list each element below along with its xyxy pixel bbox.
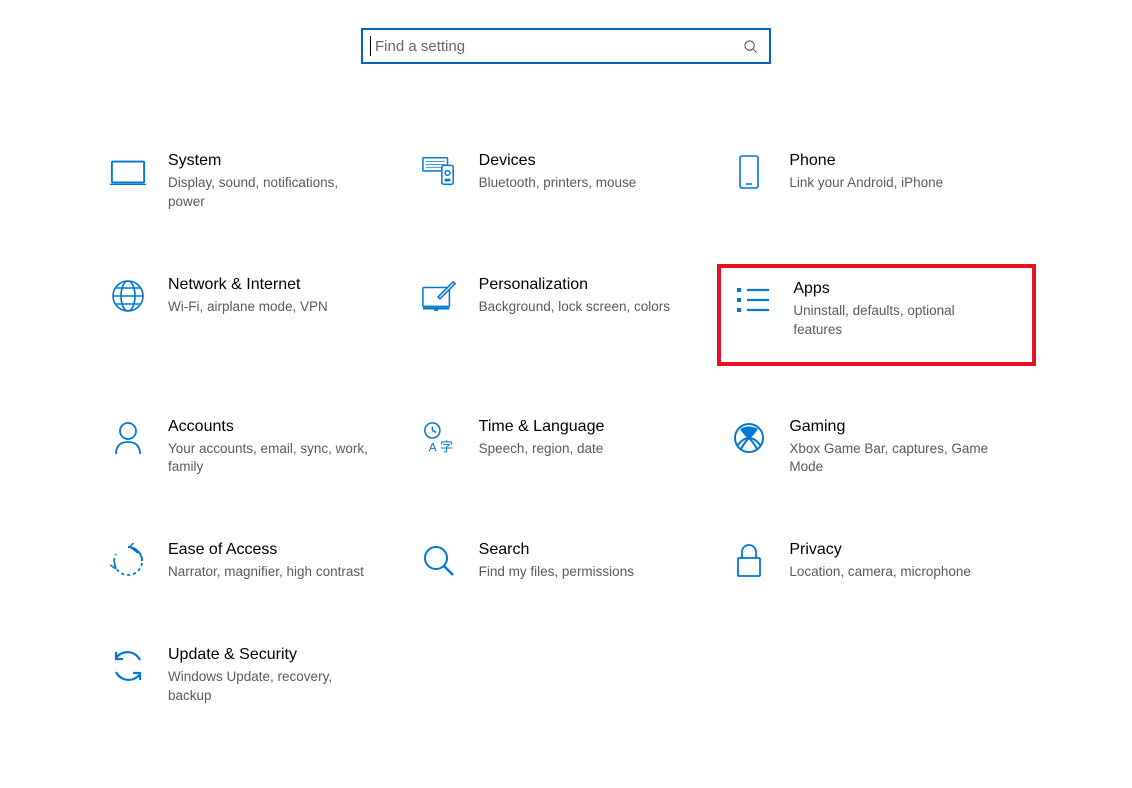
tile-desc: Speech, region, date	[479, 440, 689, 459]
tile-desc: Link your Android, iPhone	[789, 174, 999, 193]
tile-text: Time & Language Speech, region, date	[479, 418, 712, 459]
tile-text: Privacy Location, camera, microphone	[789, 541, 1022, 582]
svg-text:A: A	[428, 440, 437, 454]
tile-text: Network & Internet Wi-Fi, airplane mode,…	[168, 276, 401, 317]
search-category-icon	[421, 543, 457, 579]
personalization-icon	[421, 278, 457, 314]
tile-text: Devices Bluetooth, printers, mouse	[479, 152, 712, 193]
svg-text:字: 字	[440, 439, 453, 454]
tile-title: Devices	[479, 152, 712, 170]
apps-icon	[735, 282, 771, 318]
tile-text: Personalization Background, lock screen,…	[479, 276, 712, 317]
tile-text: Accounts Your accounts, email, sync, wor…	[168, 418, 401, 478]
search-container	[0, 28, 1132, 64]
tile-title: Gaming	[789, 418, 1022, 436]
tile-title: Network & Internet	[168, 276, 401, 294]
tile-desc: Background, lock screen, colors	[479, 298, 689, 317]
tile-desc: Xbox Game Bar, captures, Game Mode	[789, 440, 999, 478]
tile-search[interactable]: Search Find my files, permissions	[411, 533, 722, 590]
tile-desc: Location, camera, microphone	[789, 563, 999, 582]
tile-network[interactable]: Network & Internet Wi-Fi, airplane mode,…	[100, 268, 411, 362]
tile-title: Time & Language	[479, 418, 712, 436]
tile-title: Phone	[789, 152, 1022, 170]
tile-desc: Bluetooth, printers, mouse	[479, 174, 689, 193]
network-icon	[110, 278, 146, 314]
time-language-icon: A 字	[421, 420, 457, 456]
tile-text: Search Find my files, permissions	[479, 541, 712, 582]
tile-accounts[interactable]: Accounts Your accounts, email, sync, wor…	[100, 410, 411, 486]
tile-text: Update & Security Windows Update, recove…	[168, 646, 401, 706]
tile-apps[interactable]: Apps Uninstall, defaults, optional featu…	[717, 264, 1036, 366]
tile-update-security[interactable]: Update & Security Windows Update, recove…	[100, 638, 411, 714]
settings-home: System Display, sound, notifications, po…	[0, 28, 1132, 714]
search-box[interactable]	[361, 28, 771, 64]
tile-phone[interactable]: Phone Link your Android, iPhone	[721, 144, 1032, 220]
accounts-icon	[110, 420, 146, 456]
category-grid: System Display, sound, notifications, po…	[0, 144, 1132, 714]
tile-desc: Windows Update, recovery, backup	[168, 668, 378, 706]
tile-text: Apps Uninstall, defaults, optional featu…	[793, 280, 1018, 340]
ease-of-access-icon	[110, 543, 146, 579]
tile-text: Ease of Access Narrator, magnifier, high…	[168, 541, 401, 582]
tile-text: System Display, sound, notifications, po…	[168, 152, 401, 212]
tile-title: Update & Security	[168, 646, 401, 664]
phone-icon	[731, 154, 767, 190]
text-cursor	[370, 36, 371, 56]
tile-text: Phone Link your Android, iPhone	[789, 152, 1022, 193]
tile-desc: Find my files, permissions	[479, 563, 689, 582]
tile-title: Personalization	[479, 276, 712, 294]
gaming-icon	[731, 420, 767, 456]
tile-ease-of-access[interactable]: Ease of Access Narrator, magnifier, high…	[100, 533, 411, 590]
tile-title: Privacy	[789, 541, 1022, 559]
search-icon	[741, 37, 759, 55]
tile-desc: Narrator, magnifier, high contrast	[168, 563, 378, 582]
tile-personalization[interactable]: Personalization Background, lock screen,…	[411, 268, 722, 362]
tile-devices[interactable]: Devices Bluetooth, printers, mouse	[411, 144, 722, 220]
privacy-icon	[731, 543, 767, 579]
system-icon	[110, 154, 146, 190]
tile-system[interactable]: System Display, sound, notifications, po…	[100, 144, 411, 220]
tile-desc: Wi-Fi, airplane mode, VPN	[168, 298, 378, 317]
tile-privacy[interactable]: Privacy Location, camera, microphone	[721, 533, 1032, 590]
tile-desc: Display, sound, notifications, power	[168, 174, 378, 212]
tile-gaming[interactable]: Gaming Xbox Game Bar, captures, Game Mod…	[721, 410, 1032, 486]
tile-desc: Your accounts, email, sync, work, family	[168, 440, 378, 478]
devices-icon	[421, 154, 457, 190]
tile-text: Gaming Xbox Game Bar, captures, Game Mod…	[789, 418, 1022, 478]
tile-title: Accounts	[168, 418, 401, 436]
tile-title: Apps	[793, 280, 1018, 298]
tile-time-language[interactable]: A 字 Time & Language Speech, region, date	[411, 410, 722, 486]
tile-title: Search	[479, 541, 712, 559]
tile-desc: Uninstall, defaults, optional features	[793, 302, 1003, 340]
tile-title: System	[168, 152, 401, 170]
update-security-icon	[110, 648, 146, 684]
search-input[interactable]	[373, 37, 741, 56]
tile-title: Ease of Access	[168, 541, 401, 559]
